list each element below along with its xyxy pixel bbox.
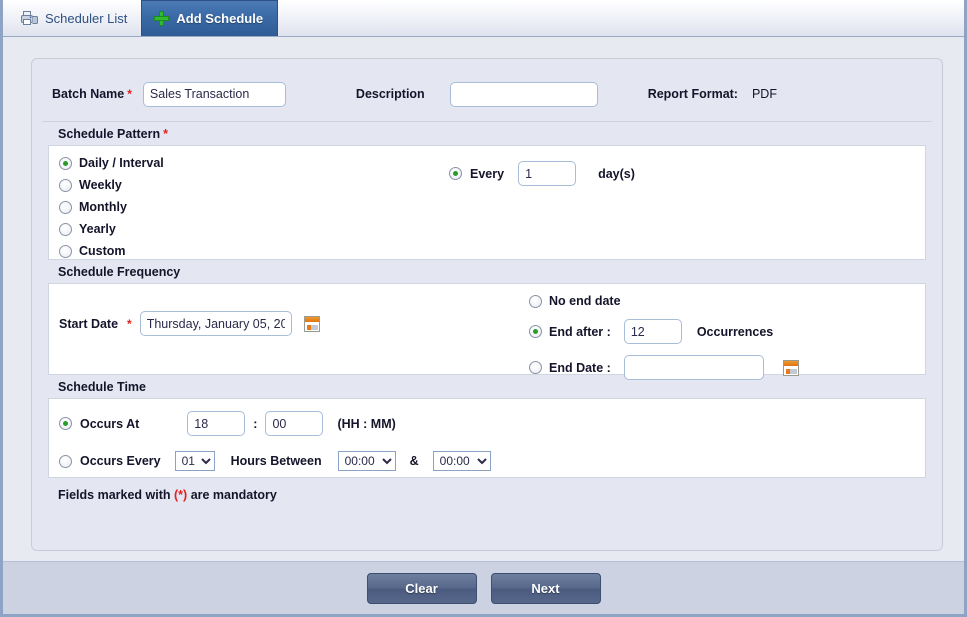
tab-label: Scheduler List bbox=[45, 11, 127, 26]
report-format-label: Report Format: bbox=[648, 87, 738, 101]
pattern-option-weekly[interactable]: Weekly bbox=[59, 178, 289, 192]
pattern-option-daily[interactable]: Daily / Interval bbox=[59, 156, 289, 170]
start-date-label: Start Date bbox=[59, 317, 118, 331]
pattern-option-label: Weekly bbox=[79, 178, 122, 192]
form-action-bar: Clear Next bbox=[3, 561, 964, 614]
pattern-option-label: Monthly bbox=[79, 200, 127, 214]
radio-end-date[interactable] bbox=[529, 361, 542, 374]
every-interval-row: Every day(s) bbox=[449, 161, 635, 186]
occurs-every-label: Occurs Every bbox=[80, 454, 161, 468]
form-header-row: Batch Name * Description Report Format: … bbox=[42, 67, 932, 122]
radio-occurs-every[interactable] bbox=[59, 455, 72, 468]
radio-weekly[interactable] bbox=[59, 179, 72, 192]
schedule-pattern-panel: Daily / Interval Weekly Monthly Yearly bbox=[48, 145, 926, 260]
occurs-at-row: Occurs At : (HH : MM) bbox=[59, 411, 925, 436]
time-format-hint: (HH : MM) bbox=[337, 417, 395, 431]
tab-label: Add Schedule bbox=[176, 11, 263, 26]
radio-no-end-date[interactable] bbox=[529, 295, 542, 308]
every-days-input[interactable] bbox=[518, 161, 576, 186]
calendar-icon-start-date[interactable] bbox=[304, 316, 320, 332]
occurs-every-row: Occurs Every 01 Hours Between 00:00 & 00… bbox=[59, 451, 925, 471]
next-button[interactable]: Next bbox=[491, 573, 601, 604]
radio-end-after[interactable] bbox=[529, 325, 542, 338]
mandatory-note: Fields marked with (*) are mandatory bbox=[32, 478, 942, 502]
end-option-end-date[interactable]: End Date : bbox=[529, 355, 799, 380]
occurrences-label: Occurrences bbox=[697, 325, 773, 339]
report-format-value: PDF bbox=[752, 87, 777, 101]
end-option-label: End Date : bbox=[549, 361, 611, 375]
schedule-time-panel: Occurs At : (HH : MM) Occurs Every 01 Ho… bbox=[48, 398, 926, 478]
pattern-option-monthly[interactable]: Monthly bbox=[59, 200, 289, 214]
pattern-option-label: Yearly bbox=[79, 222, 116, 236]
radio-custom[interactable] bbox=[59, 245, 72, 258]
pattern-option-custom[interactable]: Custom bbox=[59, 244, 289, 258]
every-label: Every bbox=[470, 167, 504, 181]
batch-name-label: Batch Name bbox=[52, 87, 124, 101]
mandatory-note-suffix: are mandatory bbox=[187, 488, 277, 502]
pattern-option-label: Custom bbox=[79, 244, 126, 258]
plus-icon bbox=[154, 11, 169, 26]
mandatory-note-prefix: Fields marked with bbox=[58, 488, 174, 502]
end-option-label: End after : bbox=[549, 325, 611, 339]
end-option-no-end-date[interactable]: No end date bbox=[529, 294, 799, 308]
schedule-frequency-title: Schedule Frequency bbox=[48, 260, 926, 283]
pattern-option-yearly[interactable]: Yearly bbox=[59, 222, 289, 236]
application-window: Scheduler List Add Schedule Batch Name *… bbox=[0, 0, 967, 617]
radio-yearly[interactable] bbox=[59, 223, 72, 236]
every-unit-label: day(s) bbox=[598, 167, 635, 181]
description-label: Description bbox=[356, 87, 425, 101]
clear-button[interactable]: Clear bbox=[367, 573, 477, 604]
calendar-icon-end-date[interactable] bbox=[783, 360, 799, 376]
end-date-input[interactable] bbox=[624, 355, 764, 380]
mandatory-note-star: (*) bbox=[174, 488, 187, 502]
schedule-time-section: Schedule Time Occurs At : (HH : MM) Occu… bbox=[48, 375, 926, 478]
end-condition-group: No end date End after : Occurrences End … bbox=[529, 294, 799, 380]
occurrences-input[interactable] bbox=[624, 319, 682, 344]
tab-scheduler-list[interactable]: Scheduler List bbox=[9, 0, 141, 36]
schedule-pattern-required-marker: * bbox=[163, 127, 168, 141]
interval-hours-select[interactable]: 01 bbox=[175, 451, 215, 471]
ampersand-label: & bbox=[410, 454, 419, 468]
schedule-frequency-section: Schedule Frequency Start Date * No end d… bbox=[48, 260, 926, 375]
radio-daily-interval[interactable] bbox=[59, 157, 72, 170]
schedule-frequency-panel: Start Date * No end date End after : Occ… bbox=[48, 283, 926, 375]
hours-between-label: Hours Between bbox=[231, 454, 322, 468]
occurs-at-hours-input[interactable] bbox=[187, 411, 245, 436]
radio-monthly[interactable] bbox=[59, 201, 72, 214]
tab-add-schedule[interactable]: Add Schedule bbox=[141, 0, 278, 36]
radio-every[interactable] bbox=[449, 167, 462, 180]
pattern-option-label: Daily / Interval bbox=[79, 156, 164, 170]
radio-occurs-at[interactable] bbox=[59, 417, 72, 430]
start-date-input[interactable] bbox=[140, 311, 292, 336]
start-date-row: Start Date * bbox=[59, 311, 320, 336]
hours-between-to-select[interactable]: 00:00 bbox=[433, 451, 491, 471]
description-input[interactable] bbox=[450, 82, 598, 107]
end-option-end-after[interactable]: End after : Occurrences bbox=[529, 319, 799, 344]
tab-bar: Scheduler List Add Schedule bbox=[3, 0, 964, 37]
schedule-pattern-section: Schedule Pattern* Daily / Interval Weekl… bbox=[48, 122, 926, 260]
schedule-form-card: Batch Name * Description Report Format: … bbox=[31, 58, 943, 551]
schedule-pattern-title-row: Schedule Pattern* bbox=[48, 122, 926, 145]
start-date-required-marker: * bbox=[127, 317, 132, 331]
end-option-label: No end date bbox=[549, 294, 621, 308]
occurs-at-label: Occurs At bbox=[80, 417, 139, 431]
printer-icon bbox=[21, 11, 38, 26]
batch-name-input[interactable] bbox=[143, 82, 286, 107]
hours-between-from-select[interactable]: 00:00 bbox=[338, 451, 396, 471]
time-separator: : bbox=[253, 417, 257, 431]
batch-name-required-marker: * bbox=[127, 87, 132, 101]
pattern-option-list: Daily / Interval Weekly Monthly Yearly bbox=[59, 156, 289, 258]
schedule-pattern-title: Schedule Pattern bbox=[58, 127, 160, 141]
occurs-at-minutes-input[interactable] bbox=[265, 411, 323, 436]
